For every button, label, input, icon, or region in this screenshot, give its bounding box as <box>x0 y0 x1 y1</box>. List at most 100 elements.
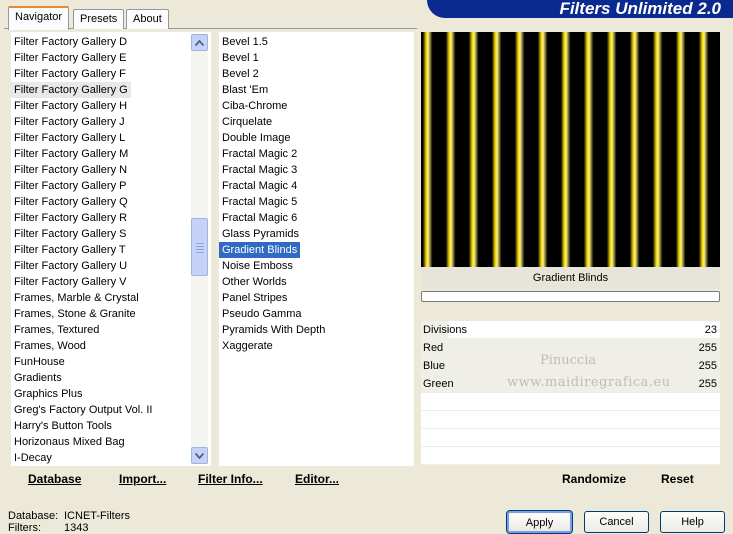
progress-bar <box>421 291 720 302</box>
filter-list-item[interactable]: Xaggerate <box>219 338 276 354</box>
filter-list[interactable]: Bevel 1.5 Bevel 1 Bevel 2 Blast 'Em Ciba-Chr… <box>219 32 414 466</box>
apply-button[interactable]: Apply <box>506 510 573 534</box>
filter-list-item[interactable]: Cirquelate <box>219 114 275 130</box>
param-label: Divisions <box>423 324 468 336</box>
category-list-item[interactable]: Filter Factory Gallery D <box>11 34 130 50</box>
category-list-item[interactable]: I-Decay <box>11 450 55 466</box>
param-empty-row <box>421 411 720 429</box>
category-list-item[interactable]: Filter Factory Gallery H <box>11 98 130 114</box>
randomize-button[interactable]: Randomize <box>562 472 626 486</box>
filter-list-item[interactable]: Gradient Blinds <box>219 242 301 258</box>
left-action-bar: Database Import... Filter Info... Editor… <box>11 466 414 492</box>
watermark-name: Pinuccia <box>540 353 597 368</box>
category-list-item[interactable]: Frames, Stone & Granite <box>11 306 139 322</box>
preview-stripe <box>514 32 525 267</box>
category-list-item[interactable]: Filter Factory Gallery N <box>11 162 130 178</box>
editor-button[interactable]: Editor... <box>295 472 339 486</box>
import-button[interactable]: Import... <box>119 472 166 486</box>
param-value: 255 <box>698 378 717 390</box>
param-empty-row <box>421 429 720 447</box>
reset-button[interactable]: Reset <box>661 472 694 486</box>
category-list-item[interactable]: FunHouse <box>11 354 68 370</box>
category-scrollbar[interactable] <box>191 34 208 464</box>
filter-list-item[interactable]: Double Image <box>219 130 294 146</box>
chevron-down-icon <box>195 452 204 459</box>
category-list-item[interactable]: Filter Factory Gallery R <box>11 210 130 226</box>
preview-stripe <box>583 32 594 267</box>
category-list-item[interactable]: Horizonaus Mixed Bag <box>11 434 128 450</box>
category-list-item[interactable]: Filter Factory Gallery P <box>11 178 129 194</box>
scroll-down-button[interactable] <box>191 447 208 464</box>
scroll-thumb[interactable] <box>191 218 208 276</box>
preview-stripe <box>560 32 571 267</box>
category-list[interactable]: Filter Factory Gallery D Filter Factory G… <box>11 32 211 466</box>
help-button[interactable]: Help <box>660 511 725 533</box>
database-label: Database: <box>8 510 59 522</box>
filter-list-item[interactable]: Noise Emboss <box>219 258 296 274</box>
param-value: 255 <box>698 342 717 354</box>
filters-count: 1343 <box>64 522 89 534</box>
category-list-item[interactable]: Filter Factory Gallery T <box>11 242 129 258</box>
category-list-item[interactable]: Filter Factory Gallery U <box>11 258 130 274</box>
tab-presets[interactable]: Presets <box>73 9 125 29</box>
filter-list-item[interactable]: Bevel 1.5 <box>219 34 271 50</box>
category-list-item[interactable]: Gradients <box>11 370 65 386</box>
parameter-sliders[interactable]: Divisions 23 Red 255 Blue 255 Green 255 <box>421 321 720 465</box>
filter-list-item[interactable]: Bevel 1 <box>219 50 262 66</box>
category-list-item[interactable]: Filter Factory Gallery Q <box>11 194 131 210</box>
preview-stripe <box>675 32 686 267</box>
app-banner-title: Filters Unlimited 2.0 <box>427 0 733 18</box>
watermark-url: www.maidiregrafica.eu <box>507 375 671 390</box>
preview-filter-name: Gradient Blinds <box>421 267 720 289</box>
filter-preview <box>421 32 720 267</box>
category-list-item[interactable]: Graphics Plus <box>11 386 85 402</box>
category-list-item[interactable]: Filter Factory Gallery E <box>11 50 129 66</box>
filters-label: Filters: <box>8 522 41 534</box>
category-list-item[interactable]: Filter Factory Gallery F <box>11 66 129 82</box>
filter-list-item[interactable]: Panel Stripes <box>219 290 290 306</box>
param-empty-row <box>421 393 720 411</box>
gradient-blinds-preview <box>421 32 720 267</box>
filter-list-item[interactable]: Fractal Magic 2 <box>219 146 300 162</box>
category-list-item[interactable]: Filter Factory Gallery M <box>11 146 131 162</box>
filter-list-item[interactable]: Fractal Magic 6 <box>219 210 300 226</box>
category-list-item[interactable]: Filter Factory Gallery S <box>11 226 129 242</box>
category-list-item[interactable]: Frames, Textured <box>11 322 102 338</box>
tab-about[interactable]: About <box>126 9 169 29</box>
preview-stripe <box>445 32 456 267</box>
category-list-item[interactable]: Filter Factory Gallery V <box>11 274 129 290</box>
preview-stripe <box>422 32 433 267</box>
filter-list-item[interactable]: Ciba-Chrome <box>219 98 290 114</box>
param-label: Green <box>423 378 454 390</box>
preview-stripe <box>698 32 709 267</box>
cancel-button[interactable]: Cancel <box>584 511 649 533</box>
category-list-item[interactable]: Filter Factory Gallery L <box>11 130 128 146</box>
param-slider-divisions[interactable]: Divisions 23 <box>421 321 720 339</box>
right-action-bar: Randomize Reset <box>421 466 720 492</box>
tab-navigator[interactable]: Navigator <box>8 6 70 30</box>
filter-info-button[interactable]: Filter Info... <box>198 472 263 486</box>
filter-list-item[interactable]: Pyramids With Depth <box>219 322 328 338</box>
filter-list-item[interactable]: Glass Pyramids <box>219 226 302 242</box>
database-button[interactable]: Database <box>28 472 81 486</box>
category-list-item[interactable]: Frames, Wood <box>11 338 89 354</box>
scroll-up-button[interactable] <box>191 34 208 51</box>
category-list-item[interactable]: Filter Factory Gallery G <box>11 82 131 98</box>
category-list-item[interactable]: Frames, Marble & Crystal <box>11 290 142 306</box>
preview-stripe <box>652 32 663 267</box>
filter-list-item[interactable]: Fractal Magic 4 <box>219 178 300 194</box>
filter-list-item[interactable]: Pseudo Gamma <box>219 306 304 322</box>
filter-list-item[interactable]: Bevel 2 <box>219 66 262 82</box>
param-label: Blue <box>423 360 446 372</box>
category-list-item[interactable]: Harry's Button Tools <box>11 418 115 434</box>
preview-stripe <box>606 32 617 267</box>
preview-stripe <box>468 32 479 267</box>
filter-list-item[interactable]: Other Worlds <box>219 274 290 290</box>
chevron-up-icon <box>195 39 204 46</box>
filter-list-item[interactable]: Fractal Magic 5 <box>219 194 300 210</box>
filter-list-item[interactable]: Fractal Magic 3 <box>219 162 300 178</box>
category-list-item[interactable]: Filter Factory Gallery J <box>11 114 128 130</box>
category-list-item[interactable]: Greg's Factory Output Vol. II <box>11 402 155 418</box>
filter-list-item[interactable]: Blast 'Em <box>219 82 271 98</box>
param-label: Red <box>423 342 444 354</box>
